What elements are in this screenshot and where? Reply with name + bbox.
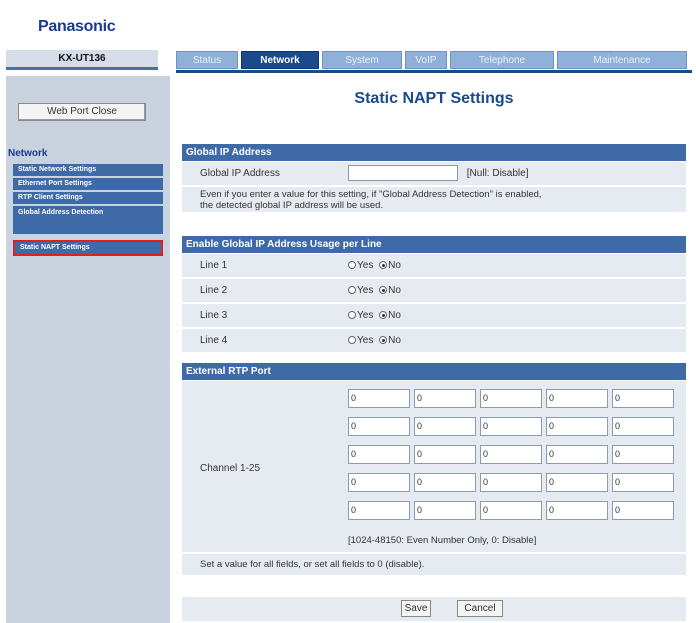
rtp-port-row: 0 0 0 0 0 xyxy=(348,473,674,492)
no-label: No xyxy=(388,260,401,271)
sidebar-item-rtp-client[interactable]: RTP Client Settings xyxy=(13,192,163,204)
page-title: Static NAPT Settings xyxy=(354,90,514,107)
rtp-port-input[interactable]: 0 xyxy=(612,473,674,492)
rtp-port-input[interactable]: 0 xyxy=(414,501,476,520)
usage-section-header: Enable Global IP Address Usage per Line xyxy=(182,236,686,253)
tab-network[interactable]: Network xyxy=(241,51,319,69)
usage-line-row: Line 3 Yes No xyxy=(182,304,686,328)
line-1-yes-radio[interactable] xyxy=(348,261,356,270)
usage-line-row: Line 2 Yes No xyxy=(182,279,686,303)
global-ip-label: Global IP Address xyxy=(200,168,280,179)
line-4-label: Line 4 xyxy=(200,335,228,346)
yes-label: Yes xyxy=(357,335,374,346)
model-name: KX-UT136 xyxy=(6,50,158,67)
tab-voip[interactable]: VoIP xyxy=(405,51,447,69)
global-ip-hint: [Null: Disable] xyxy=(466,167,529,179)
channel-label: Channel 1-25 xyxy=(200,463,261,474)
tab-maintenance[interactable]: Maintenance xyxy=(557,51,687,69)
sidebar: Web Port Close Network Static Network Se… xyxy=(6,76,170,623)
rtp-port-input[interactable]: 0 xyxy=(414,417,476,436)
rtp-port-input[interactable]: 0 xyxy=(480,389,542,408)
rtp-footnote: Set a value for all fields, or set all f… xyxy=(200,559,425,570)
rtp-port-input[interactable]: 0 xyxy=(480,473,542,492)
no-label: No xyxy=(388,335,401,346)
line-3-no-radio[interactable] xyxy=(379,311,388,320)
rtp-port-input[interactable]: 0 xyxy=(348,445,410,464)
yes-label: Yes xyxy=(357,285,374,296)
rtp-port-input[interactable]: 0 xyxy=(612,389,674,408)
brand-logo: Panasonic xyxy=(38,18,116,35)
main-content: Static NAPT Settings Global IP Address G… xyxy=(176,76,692,623)
rtp-port-input[interactable]: 0 xyxy=(546,445,608,464)
rtp-port-input[interactable]: 0 xyxy=(612,445,674,464)
rtp-port-input[interactable]: 0 xyxy=(546,417,608,436)
rtp-port-input[interactable]: 0 xyxy=(480,445,542,464)
sidebar-item-static-napt[interactable]: Static NAPT Settings xyxy=(13,240,163,256)
web-port-close-button[interactable]: Web Port Close xyxy=(18,103,146,121)
sidebar-item-global-address-detection[interactable]: Global Address Detection xyxy=(13,206,163,234)
rtp-section-header: External RTP Port xyxy=(182,363,686,380)
yes-label: Yes xyxy=(357,310,374,321)
global-ip-section-header: Global IP Address xyxy=(182,144,686,161)
rtp-port-input[interactable]: 0 xyxy=(546,389,608,408)
global-ip-note-line2: the detected global IP address will be u… xyxy=(200,200,384,211)
tab-telephone[interactable]: Telephone xyxy=(450,51,554,69)
sidebar-nav: Static Network Settings Ethernet Port Se… xyxy=(13,164,163,258)
rtp-port-row: 0 0 0 0 0 xyxy=(348,417,674,436)
sidebar-item-ethernet-port[interactable]: Ethernet Port Settings xyxy=(13,178,163,190)
rtp-port-input[interactable]: 0 xyxy=(612,501,674,520)
rtp-port-input[interactable]: 0 xyxy=(480,501,542,520)
rtp-port-row: 0 0 0 0 0 xyxy=(348,501,674,520)
line-2-label: Line 2 xyxy=(200,285,228,296)
global-ip-note-row: Even if you enter a value for this setti… xyxy=(182,187,686,213)
tab-status[interactable]: Status xyxy=(176,51,238,69)
rtp-footnote-row: Set a value for all fields, or set all f… xyxy=(182,554,686,576)
yes-label: Yes xyxy=(357,260,374,271)
rtp-port-row: 0 0 0 0 0 xyxy=(348,389,674,408)
no-label: No xyxy=(388,285,401,296)
line-1-label: Line 1 xyxy=(200,260,228,271)
line-4-yes-radio[interactable] xyxy=(348,336,356,345)
line-3-yes-radio[interactable] xyxy=(348,311,356,320)
rtp-range-note: [1024-48150: Even Number Only, 0: Disabl… xyxy=(348,535,537,546)
rtp-port-input[interactable]: 0 xyxy=(414,389,476,408)
rtp-port-input[interactable]: 0 xyxy=(348,389,410,408)
save-button[interactable]: Save xyxy=(401,600,431,617)
line-4-no-radio[interactable] xyxy=(379,336,388,345)
action-bar: Save Cancel xyxy=(182,597,686,621)
rtp-port-input[interactable]: 0 xyxy=(546,501,608,520)
global-ip-row: Global IP Address [Null: Disable] xyxy=(182,162,686,186)
rtp-port-input[interactable]: 0 xyxy=(414,445,476,464)
rtp-port-input[interactable]: 0 xyxy=(612,417,674,436)
sidebar-item-static-network[interactable]: Static Network Settings xyxy=(13,164,163,176)
rtp-port-input[interactable]: 0 xyxy=(414,473,476,492)
usage-line-row: Line 4 Yes No xyxy=(182,329,686,353)
rtp-port-input[interactable]: 0 xyxy=(546,473,608,492)
global-ip-input[interactable] xyxy=(348,165,458,181)
line-3-label: Line 3 xyxy=(200,310,228,321)
global-ip-note-line1: Even if you enter a value for this setti… xyxy=(200,189,542,200)
cancel-button[interactable]: Cancel xyxy=(457,600,503,617)
model-underline xyxy=(6,67,158,70)
rtp-port-input[interactable]: 0 xyxy=(348,501,410,520)
line-2-no-radio[interactable] xyxy=(379,286,388,295)
sidebar-section-title: Network xyxy=(8,148,48,159)
tab-system[interactable]: System xyxy=(322,51,402,69)
rtp-port-input[interactable]: 0 xyxy=(348,417,410,436)
tabs-underline xyxy=(176,70,692,73)
rtp-port-input[interactable]: 0 xyxy=(480,417,542,436)
usage-line-row: Line 1 Yes No xyxy=(182,254,686,278)
main-tabs: Status Network System VoIP Telephone Mai… xyxy=(176,51,692,71)
line-1-no-radio[interactable] xyxy=(379,261,388,270)
no-label: No xyxy=(388,310,401,321)
rtp-port-input[interactable]: 0 xyxy=(348,473,410,492)
rtp-ports-row: Channel 1-25 0 0 0 0 0 0 0 0 0 0 0 0 0 0… xyxy=(182,381,686,553)
line-2-yes-radio[interactable] xyxy=(348,286,356,295)
rtp-port-row: 0 0 0 0 0 xyxy=(348,445,674,464)
